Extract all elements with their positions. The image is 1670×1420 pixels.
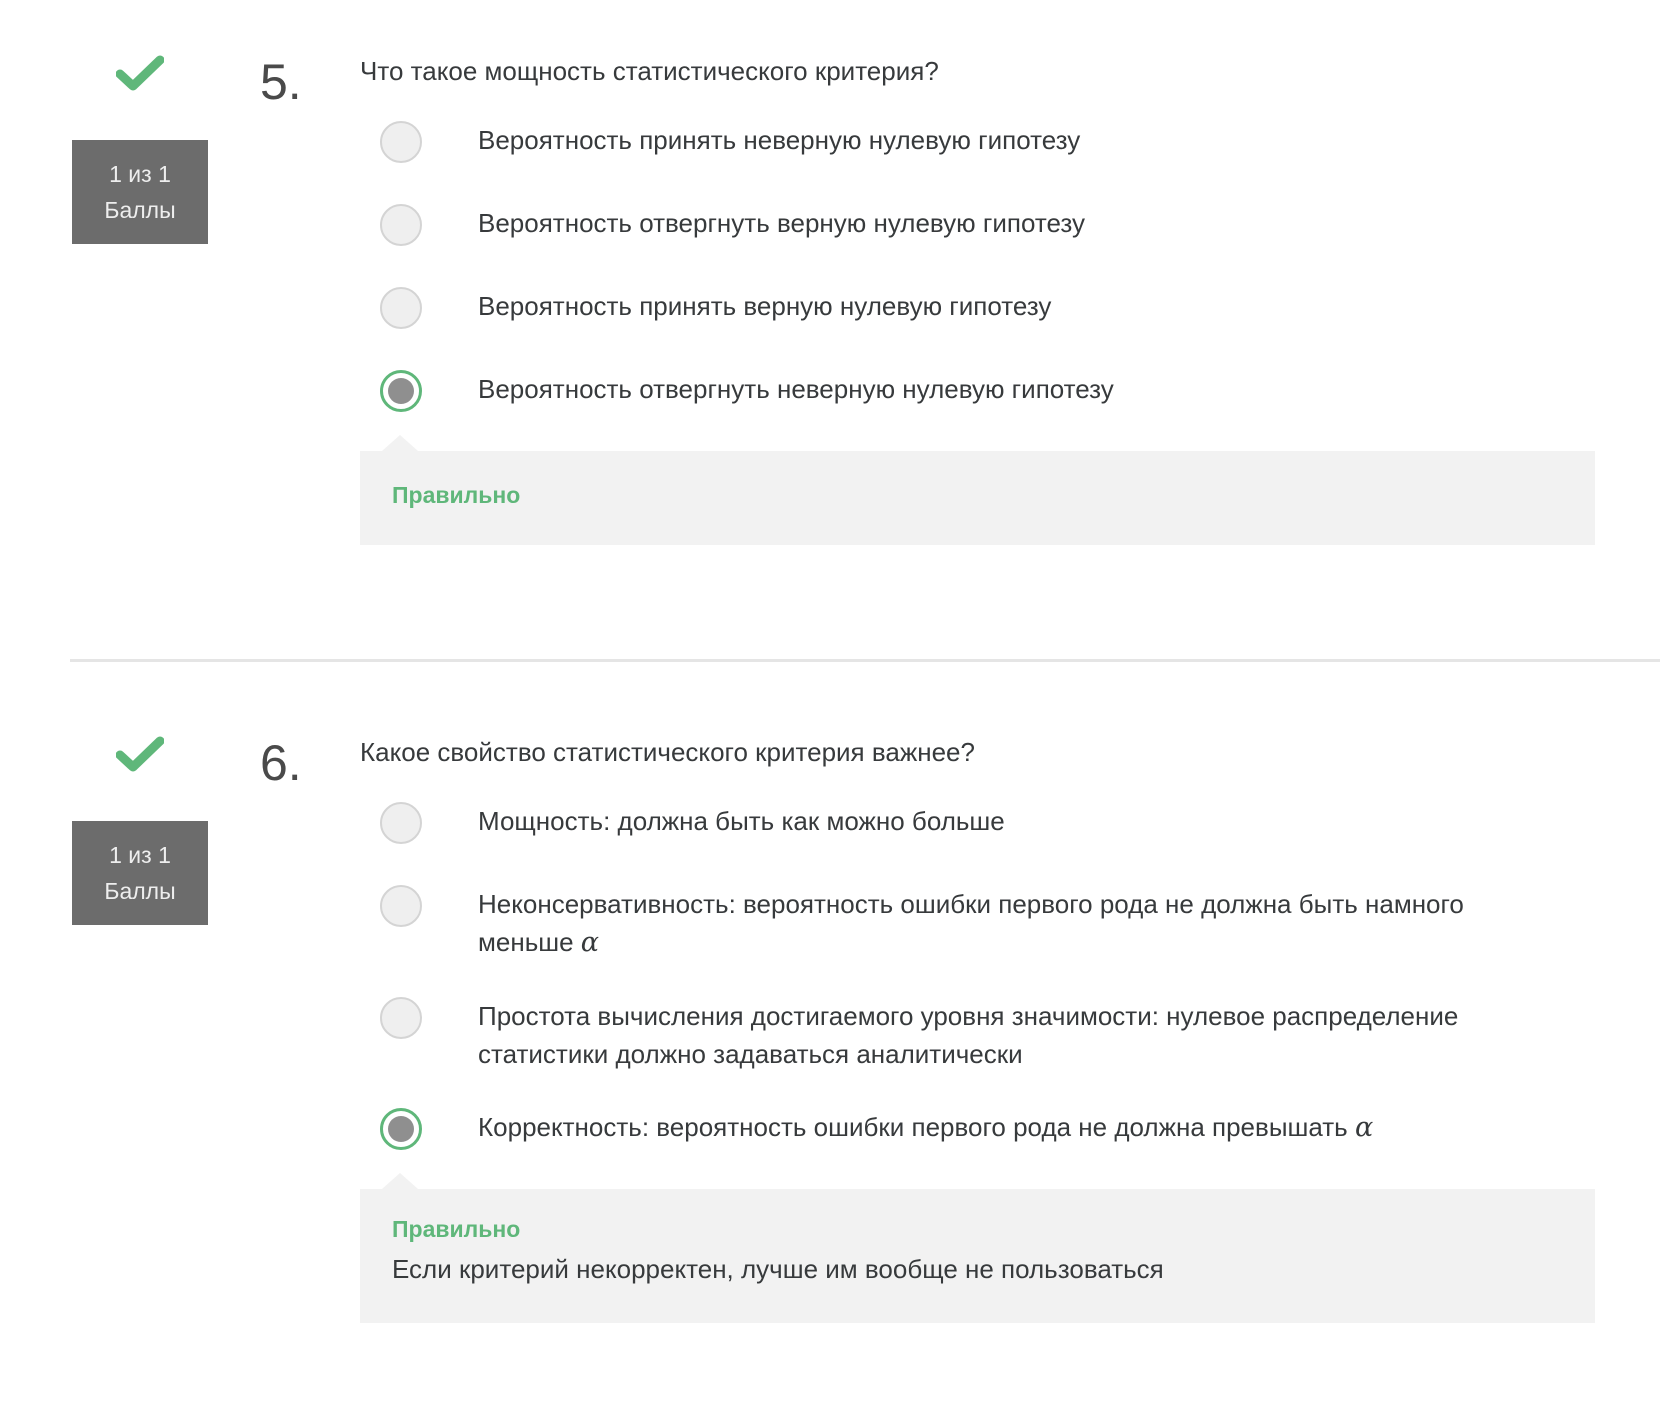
score-badge: 1 из 1 Баллы: [72, 140, 208, 244]
answer-option-label-wrap: Неконсервативность: вероятность ошибки п…: [478, 885, 1558, 962]
check-icon: [116, 54, 164, 92]
answer-option-label: Мощность: должна быть как можно больше: [478, 806, 1005, 836]
answer-option[interactable]: Вероятность принять верную нулевую гипот…: [360, 269, 1595, 352]
answer-option-selected[interactable]: Вероятность отвергнуть неверную нулевую …: [360, 352, 1595, 435]
answer-option-selected[interactable]: Корректность: вероятность ошибки первого…: [360, 1090, 1595, 1173]
alpha-symbol: α: [1354, 1112, 1374, 1143]
score-unit: Баллы: [104, 878, 176, 904]
quiz-page: 1 из 1 Баллы 5. Что такое мощность стати…: [0, 0, 1670, 1420]
radio-button[interactable]: [380, 802, 422, 844]
radio-button[interactable]: [380, 287, 422, 329]
answer-option-label: Корректность: вероятность ошибки первого…: [478, 1112, 1348, 1142]
radio-button[interactable]: [380, 997, 422, 1039]
answer-option[interactable]: Мощность: должна быть как можно больше: [360, 784, 1595, 867]
alpha-symbol: α: [580, 927, 600, 958]
score-badge: 1 из 1 Баллы: [72, 821, 208, 925]
radio-button-selected[interactable]: [380, 370, 422, 412]
feedback-title: Правильно: [392, 1216, 521, 1242]
answer-option[interactable]: Вероятность принять неверную нулевую гип…: [360, 103, 1595, 186]
question-status-panel: 1 из 1 Баллы: [70, 54, 210, 244]
feedback-box: Правильно: [360, 435, 1595, 545]
feedback-text: Если критерий некорректен, лучше им вооб…: [392, 1254, 1164, 1284]
check-icon: [116, 735, 164, 773]
question-number: 6.: [260, 735, 302, 791]
answer-option[interactable]: Неконсервативность: вероятность ошибки п…: [360, 867, 1595, 979]
score-value: 1 из 1: [109, 161, 171, 187]
answer-option[interactable]: Простота вычисления достигаемого уровня …: [360, 979, 1595, 1090]
question-prompt: Что такое мощность статистического крите…: [360, 56, 939, 86]
answer-option-label: Вероятность принять неверную нулевую гип…: [478, 125, 1081, 155]
question-prompt: Какое свойство статистического критерия …: [360, 737, 975, 767]
answer-option-label: Вероятность отвергнуть неверную нулевую …: [478, 374, 1114, 404]
score-value: 1 из 1: [109, 842, 171, 868]
question-body: Что такое мощность статистического крите…: [360, 54, 1595, 545]
question-status-panel: 1 из 1 Баллы: [70, 735, 210, 925]
question-divider: [70, 659, 1660, 662]
answer-option-label-wrap: Корректность: вероятность ошибки первого…: [478, 1108, 1373, 1147]
answer-options: Вероятность принять неверную нулевую гип…: [360, 103, 1595, 435]
feedback-title: Правильно: [392, 482, 521, 508]
question-body: Какое свойство статистического критерия …: [360, 735, 1595, 1323]
radio-button[interactable]: [380, 121, 422, 163]
answer-option-label: Вероятность отвергнуть верную нулевую ги…: [478, 208, 1085, 238]
radio-button-selected[interactable]: [380, 1108, 422, 1150]
answer-option-label: Неконсервативность: вероятность ошибки п…: [478, 889, 1464, 957]
answer-option-label: Вероятность принять верную нулевую гипот…: [478, 291, 1052, 321]
answer-options: Мощность: должна быть как можно больше Н…: [360, 784, 1595, 1173]
radio-button[interactable]: [380, 885, 422, 927]
score-unit: Баллы: [104, 197, 176, 223]
radio-button[interactable]: [380, 204, 422, 246]
question-6: 1 из 1 Баллы 6. Какое свойство статистич…: [0, 681, 1670, 1323]
feedback-box: Правильно Если критерий некорректен, луч…: [360, 1173, 1595, 1323]
answer-option[interactable]: Вероятность отвергнуть верную нулевую ги…: [360, 186, 1595, 269]
question-number: 5.: [260, 54, 302, 110]
question-5: 1 из 1 Баллы 5. Что такое мощность стати…: [0, 0, 1670, 560]
answer-option-label: Простота вычисления достигаемого уровня …: [478, 1001, 1459, 1069]
